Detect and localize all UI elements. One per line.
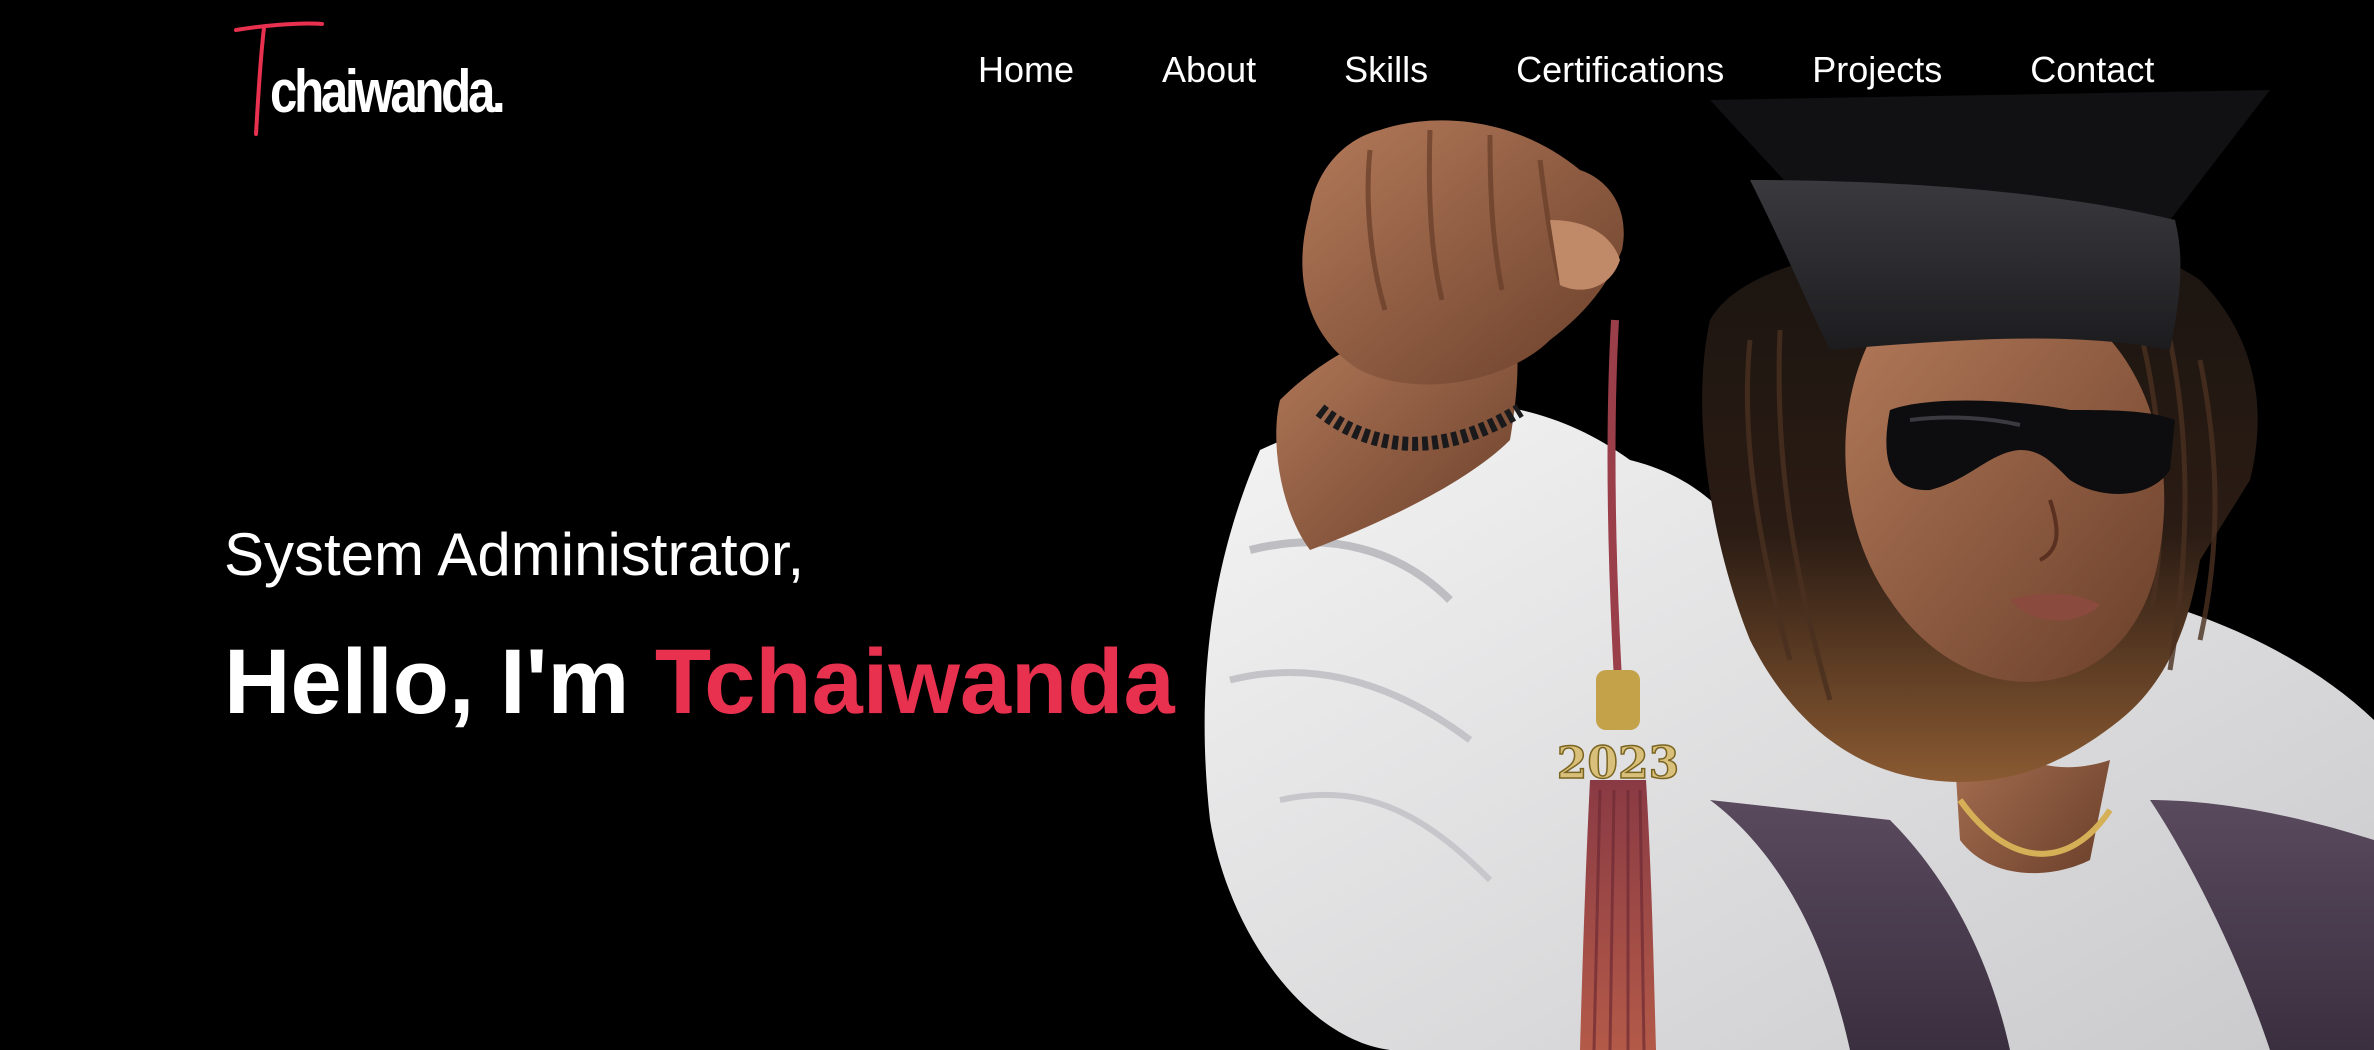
- logo-wordmark: chaiwanda.: [270, 62, 506, 122]
- hero-greeting: Hello, I'm: [224, 631, 655, 733]
- nav-link-certifications[interactable]: Certifications: [1516, 48, 1724, 92]
- site-logo[interactable]: chaiwanda.: [230, 16, 520, 146]
- hero-section: System Administrator, Hello, I'm Tchaiwa…: [224, 520, 1175, 732]
- hero-name: Tchaiwanda: [654, 631, 1175, 733]
- main-nav: Home About Skills Certifications Project…: [978, 48, 2154, 92]
- logo-text: chaiwanda: [270, 58, 495, 125]
- nav-link-contact[interactable]: Contact: [2030, 48, 2154, 92]
- logo-dot: .: [492, 58, 506, 125]
- nav-link-projects[interactable]: Projects: [1812, 48, 1942, 92]
- site-header: chaiwanda. Home About Skills Certificati…: [0, 0, 2374, 150]
- hero-title: Hello, I'm Tchaiwanda: [224, 632, 1175, 732]
- nav-link-skills[interactable]: Skills: [1344, 48, 1428, 92]
- hero-subtitle: System Administrator,: [224, 521, 805, 588]
- nav-link-about[interactable]: About: [1162, 48, 1256, 92]
- nav-link-home[interactable]: Home: [978, 48, 1074, 92]
- graduate-portrait-image: 2023: [1204, 90, 2374, 1050]
